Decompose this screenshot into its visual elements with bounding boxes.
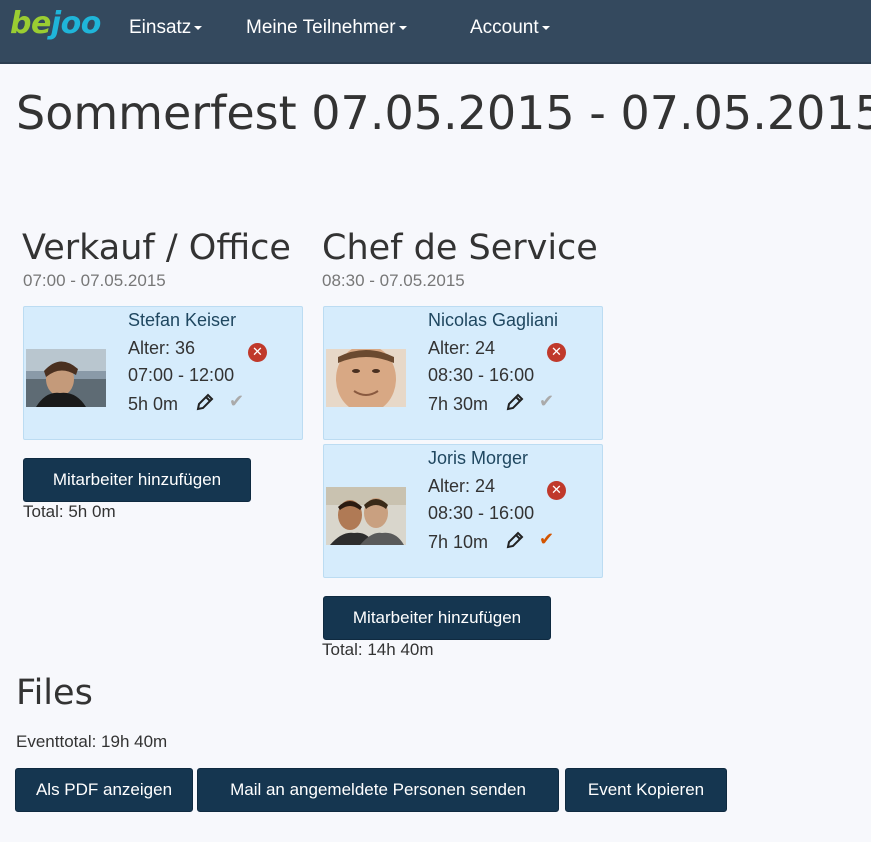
staff-card: Nicolas Gagliani Alter: 24 08:30 - 16:00… xyxy=(323,306,603,440)
add-staff-button[interactable]: Mitarbeiter hinzufügen xyxy=(323,596,551,640)
top-navbar: bejoo Einsatz Meine Teilnehmer Account xyxy=(0,0,871,64)
show-pdf-button[interactable]: Als PDF anzeigen xyxy=(15,768,193,812)
checkmark-icon[interactable]: ✔ xyxy=(229,392,244,412)
pencil-icon[interactable] xyxy=(505,392,525,412)
remove-circle-icon[interactable]: ✕ xyxy=(248,343,267,362)
shift-total: Total: 5h 0m xyxy=(23,502,116,521)
remove-circle-icon[interactable]: ✕ xyxy=(547,481,566,500)
staff-hours: 08:30 - 16:00 xyxy=(428,503,535,523)
copy-event-button[interactable]: Event Kopieren xyxy=(565,768,727,812)
staff-duration: 7h 30m xyxy=(428,394,489,414)
staff-name: Joris Morger xyxy=(428,448,529,468)
logo-part-joo: joo xyxy=(50,6,102,41)
event-total: Eventtotal: 19h 40m xyxy=(16,732,168,751)
staff-photo xyxy=(26,349,106,407)
caret-down-icon xyxy=(398,25,407,30)
files-title: Files xyxy=(16,673,93,713)
nav-menu-einsatz-label: Einsatz xyxy=(129,17,192,38)
shift-time: 08:30 - 07.05.2015 xyxy=(322,271,465,290)
nav-menu-account-label: Account xyxy=(470,17,539,38)
staff-photo xyxy=(326,349,406,407)
remove-circle-icon[interactable]: ✕ xyxy=(547,343,566,362)
nav-menu-account[interactable]: Account xyxy=(470,17,550,39)
caret-down-icon xyxy=(194,25,203,30)
shift-total: Total: 14h 40m xyxy=(322,640,434,659)
staff-age: Alter: 24 xyxy=(428,476,496,496)
checkmark-icon[interactable]: ✔ xyxy=(539,530,554,550)
shift-time: 07:00 - 07.05.2015 xyxy=(23,271,166,290)
nav-menu-teilnehmer-label: Meine Teilnehmer xyxy=(246,17,396,38)
logo-part-be: be xyxy=(10,6,51,41)
staff-photo xyxy=(326,487,406,545)
shift-title: Chef de Service xyxy=(322,228,598,268)
staff-hours: 08:30 - 16:00 xyxy=(428,365,535,385)
checkmark-icon[interactable]: ✔ xyxy=(539,392,554,412)
pencil-icon[interactable] xyxy=(505,530,525,550)
staff-name: Nicolas Gagliani xyxy=(428,310,559,330)
staff-name: Stefan Keiser xyxy=(128,310,237,330)
staff-hours: 07:00 - 12:00 xyxy=(128,365,235,385)
staff-card: Joris Morger Alter: 24 08:30 - 16:00 7h … xyxy=(323,444,603,578)
pencil-icon[interactable] xyxy=(195,392,215,412)
staff-age: Alter: 36 xyxy=(128,338,196,358)
staff-duration: 5h 0m xyxy=(128,394,179,414)
staff-age: Alter: 24 xyxy=(428,338,496,358)
bejoo-logo[interactable]: bejoo xyxy=(10,6,101,41)
shift-title: Verkauf / Office xyxy=(22,228,291,268)
page-title: Sommerfest 07.05.2015 - 07.05.2015 xyxy=(16,86,871,140)
nav-menu-teilnehmer[interactable]: Meine Teilnehmer xyxy=(246,17,407,39)
staff-card: Stefan Keiser Alter: 36 07:00 - 12:00 5h… xyxy=(23,306,303,440)
staff-duration: 7h 10m xyxy=(428,532,489,552)
add-staff-button[interactable]: Mitarbeiter hinzufügen xyxy=(23,458,251,502)
nav-menu-einsatz[interactable]: Einsatz xyxy=(129,17,203,39)
mail-participants-button[interactable]: Mail an angemeldete Personen senden xyxy=(197,768,559,812)
caret-down-icon xyxy=(541,25,550,30)
